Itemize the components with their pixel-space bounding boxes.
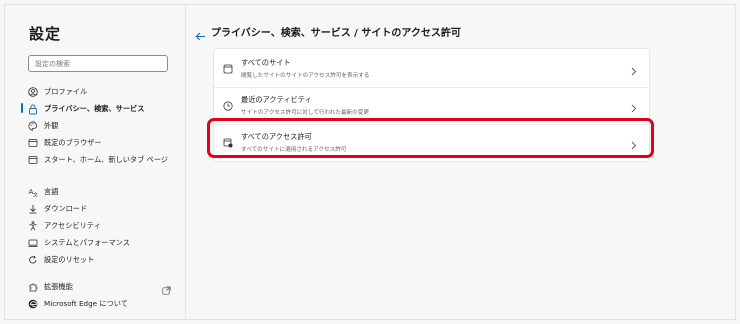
home-icon <box>27 154 39 166</box>
sidebar-item-appearance[interactable]: 外観 <box>27 119 177 134</box>
sidebar-item-start-home[interactable]: スタート、ホーム、新しいタブ ページ <box>27 153 177 177</box>
sidebar-item-label: 言語 <box>44 187 59 196</box>
sidebar-item-label: プロファイル <box>44 87 88 96</box>
sidebar-item-label: Microsoft Edge について <box>44 299 128 308</box>
profile-icon <box>27 86 39 98</box>
row-title: すべてのサイト <box>241 58 291 67</box>
main-content: プライバシー、検索、サービス / サイトのアクセス許可 すべてのサイト 閲覧した… <box>186 5 735 319</box>
row-description: すべてのサイトに適用されるアクセス許可 <box>241 147 347 153</box>
chevron-right-icon <box>631 98 637 117</box>
sidebar-item-accessibility[interactable]: アクセシビリティ <box>27 219 177 234</box>
sidebar-item-label: 拡張機能 <box>44 282 73 291</box>
chevron-right-icon <box>631 135 637 154</box>
language-icon: A文 <box>27 186 39 198</box>
all-permissions-row[interactable]: すべてのアクセス許可 すべてのサイトに適用されるアクセス許可 <box>214 125 649 161</box>
reset-icon <box>27 254 39 266</box>
sidebar-item-label: 外観 <box>44 121 59 130</box>
sidebar-item-downloads[interactable]: ダウンロード <box>27 202 177 217</box>
sidebar-item-system[interactable]: システムとパフォーマンス <box>27 236 177 251</box>
row-title: 最近のアクティビティ <box>241 95 312 104</box>
sidebar-item-label: ダウンロード <box>44 204 88 213</box>
lock-icon <box>27 103 39 115</box>
sidebar-item-label: 既定のブラウザー <box>44 138 102 147</box>
row-description: 閲覧したサイトのサイトのアクセス許可を表示する <box>241 73 370 79</box>
settings-title: 設定 <box>29 25 62 43</box>
sidebar-item-profile[interactable]: プロファイル <box>27 85 177 100</box>
settings-window: 設定 プロファイル プライバシー、検索、サービス 外観 既定のブラ <box>4 4 736 320</box>
permissions-icon <box>223 133 235 148</box>
edge-icon <box>27 298 39 310</box>
back-arrow-icon[interactable] <box>195 26 206 45</box>
sidebar-item-label: 設定のリセット <box>44 255 95 264</box>
browser-icon <box>27 137 39 149</box>
svg-text:文: 文 <box>33 192 38 198</box>
breadcrumb: プライバシー、検索、サービス / サイトのアクセス許可 <box>211 28 461 39</box>
system-icon <box>27 237 39 249</box>
site-permissions-card: すべてのサイト 閲覧したサイトのサイトのアクセス許可を表示する 最近のアクティビ… <box>213 48 650 162</box>
sidebar-item-default-browser[interactable]: 既定のブラウザー <box>27 136 177 151</box>
sidebar-item-label: システムとパフォーマンス <box>44 238 130 247</box>
sidebar-item-extensions[interactable]: 拡張機能 <box>27 280 177 295</box>
active-indicator <box>21 103 23 113</box>
download-icon <box>27 203 39 215</box>
recent-activity-row[interactable]: 最近のアクティビティ サイトのアクセス許可に対して行われた最新の変更 <box>214 88 649 124</box>
sidebar-item-label: スタート、ホーム、新しいタブ ページ <box>44 155 168 164</box>
row-description: サイトのアクセス許可に対して行われた最新の変更 <box>241 110 369 116</box>
search-input[interactable] <box>28 55 168 72</box>
accessibility-icon <box>27 220 39 232</box>
sidebar-item-privacy[interactable]: プライバシー、検索、サービス <box>21 102 177 117</box>
sidebar-item-label: アクセシビリティ <box>44 221 101 230</box>
sidebar-item-language[interactable]: A文 言語 <box>27 185 177 200</box>
site-icon <box>223 59 235 74</box>
chevron-right-icon <box>631 61 637 80</box>
all-sites-row[interactable]: すべてのサイト 閲覧したサイトのサイトのアクセス許可を表示する <box>214 51 649 87</box>
clock-icon <box>223 96 235 111</box>
row-title: すべてのアクセス許可 <box>241 132 312 141</box>
extensions-icon <box>27 281 39 293</box>
appearance-icon <box>27 120 39 132</box>
sidebar-item-label: プライバシー、検索、サービス <box>44 104 145 113</box>
sidebar-item-about[interactable]: Microsoft Edge について <box>27 297 177 312</box>
sidebar-item-reset[interactable]: 設定のリセット <box>27 253 177 268</box>
sidebar: 設定 プロファイル プライバシー、検索、サービス 外観 既定のブラ <box>5 5 186 319</box>
